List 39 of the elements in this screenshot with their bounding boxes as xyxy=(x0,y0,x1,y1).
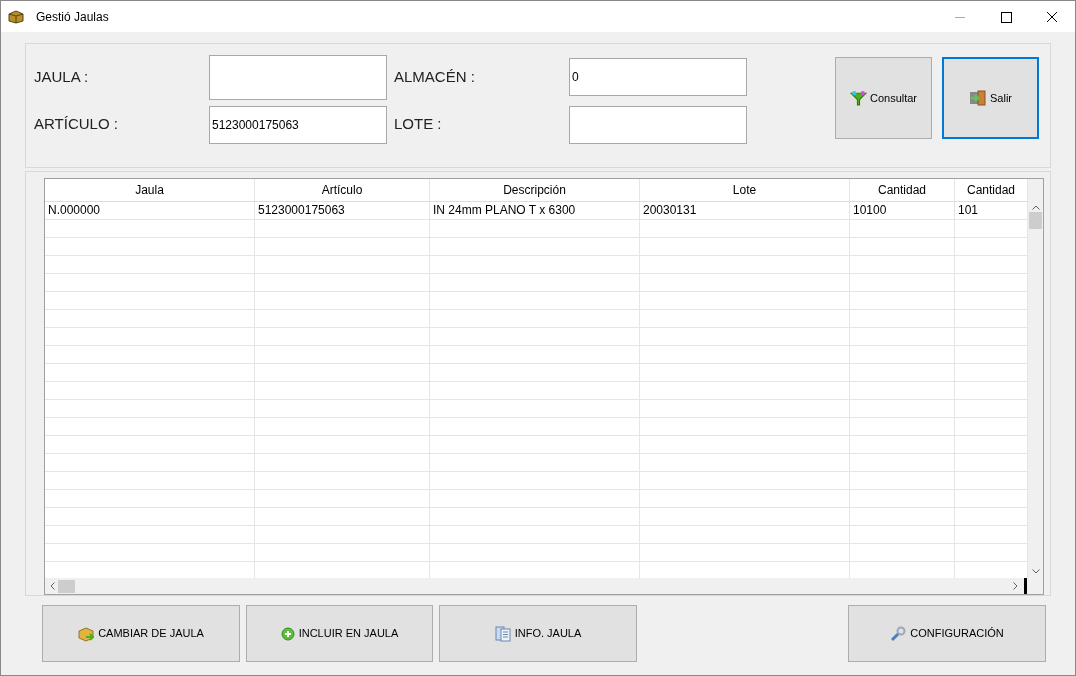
input-field[interactable] xyxy=(209,54,387,100)
input-field[interactable]: 0 xyxy=(569,58,747,96)
box-icon xyxy=(8,9,24,24)
table-cell: 20030131 xyxy=(640,202,850,219)
input-field[interactable]: 5123000175063 xyxy=(209,105,387,144)
column-header[interactable]: Jaula xyxy=(45,179,255,201)
scroll-thumb[interactable] xyxy=(1029,212,1042,229)
scroll-right-icon[interactable] xyxy=(1013,582,1018,590)
funnel-icon xyxy=(849,90,867,106)
column-header[interactable]: Lote xyxy=(640,179,850,201)
scroll-thumb[interactable] xyxy=(58,579,75,593)
table-cell: 5123000175063 xyxy=(255,202,430,219)
action-button[interactable]: Salir xyxy=(942,57,1039,139)
column-header[interactable]: Cantidad xyxy=(850,179,955,201)
field-label: ALMACÉN : xyxy=(394,66,476,87)
plus-circle-icon xyxy=(280,626,295,641)
table-cell: IN 24mm PLANO T x 6300 xyxy=(430,202,640,219)
table-cell: 10100 xyxy=(850,202,955,219)
vertical-scrollbar[interactable] xyxy=(1028,179,1043,578)
column-header[interactable]: Artículo xyxy=(255,179,430,201)
field-label: ARTÍCULO : xyxy=(34,114,119,135)
action-button[interactable]: CAMBIAR DE JAULA xyxy=(42,605,240,662)
input-field[interactable] xyxy=(569,105,747,144)
window-title: Gestió Jaulas xyxy=(36,8,109,26)
action-button[interactable]: Consultar xyxy=(835,57,932,139)
table-cell: N.000000 xyxy=(45,202,255,219)
scroll-down-icon[interactable] xyxy=(1031,569,1040,574)
box-arrow-icon xyxy=(78,625,95,642)
field-label: JAULA : xyxy=(34,66,90,87)
column-header[interactable]: Descripción xyxy=(430,179,640,201)
document-icon xyxy=(494,625,511,642)
action-button[interactable]: INFO. JAULA xyxy=(439,605,637,662)
field-label: LOTE : xyxy=(394,114,443,135)
scroll-up-icon[interactable] xyxy=(1031,205,1040,210)
horizontal-scrollbar[interactable] xyxy=(45,578,1043,594)
door-arrow-icon xyxy=(969,90,987,106)
scroll-left-icon[interactable] xyxy=(50,582,55,590)
action-button[interactable]: CONFIGURACIÓN xyxy=(848,605,1046,662)
action-button[interactable]: INCLUIR EN JAULA xyxy=(246,605,433,662)
